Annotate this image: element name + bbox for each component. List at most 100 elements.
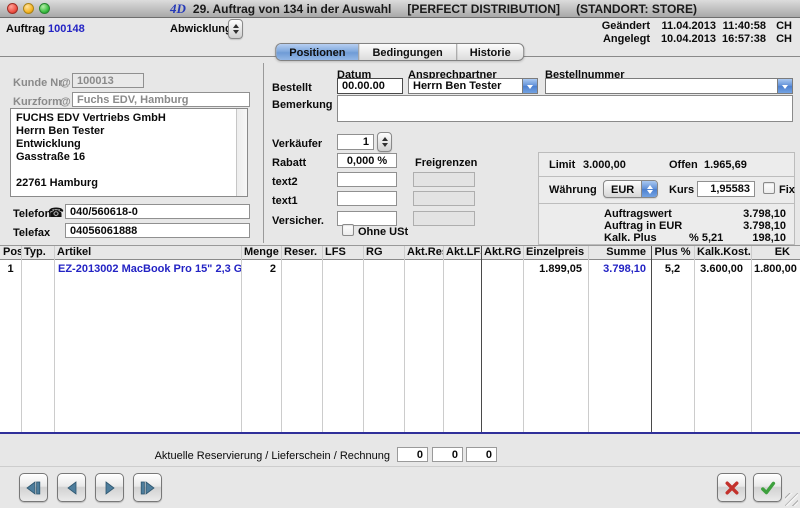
col-akt-res[interactable]: Akt.Res	[404, 246, 443, 259]
versicher-label: Versicher.	[272, 215, 324, 227]
minimize-window-button[interactable]	[23, 3, 34, 14]
freigrenzen-label: Freigrenzen	[415, 157, 477, 169]
verkaeufer-field[interactable]: 1	[337, 134, 374, 150]
geaendert-user: CH	[766, 20, 792, 33]
ansprechpartner-combobox[interactable]: Herrn Ben Tester	[408, 78, 538, 94]
bemerkung-label: Bemerkung	[272, 99, 333, 111]
cell-summe: 3.798,10	[588, 263, 651, 276]
waehrung-popup[interactable]: EUR	[603, 180, 658, 198]
col-reser[interactable]: Reser.	[281, 246, 322, 259]
nav-next-button[interactable]	[95, 473, 124, 502]
nav-first-button[interactable]	[19, 473, 48, 502]
cell-ek: 1.800,00	[751, 263, 800, 276]
angelegt-row: Angelegt 10.04.2013 16:57:38 CH	[592, 33, 792, 46]
nav-previous-button[interactable]	[57, 473, 86, 502]
col-lfs[interactable]: LFS	[322, 246, 363, 259]
tab-historie[interactable]: Historie	[457, 44, 524, 60]
bestellt-datum-field[interactable]: 00.00.00	[337, 78, 403, 94]
close-window-button[interactable]	[7, 3, 18, 14]
limit-label: Limit	[549, 159, 575, 171]
angelegt-time: 16:57:38	[716, 33, 766, 46]
auftrag-label: Auftrag	[6, 23, 45, 35]
table-row[interactable]: 1 EZ-2013002 MacBook Pro 15" 2,3 GHz 2 1…	[0, 263, 800, 276]
kurzform-field[interactable]: Fuchs EDV, Hamburg	[72, 92, 250, 107]
grid-line	[694, 246, 695, 432]
address-textarea[interactable]: FUCHS EDV Vertriebs GmbH Herrn Ben Teste…	[10, 108, 248, 197]
window-resize-grip[interactable]	[785, 493, 798, 506]
col-akt-rg[interactable]: Akt.RG	[481, 246, 523, 259]
grid-line	[21, 246, 22, 432]
col-artikel[interactable]: Artikel	[54, 246, 241, 259]
col-rg[interactable]: RG	[363, 246, 404, 259]
tab-bedingungen[interactable]: Bedingungen	[359, 44, 456, 60]
text2-freigrenze-field	[413, 172, 475, 187]
text1-field[interactable]	[337, 191, 397, 206]
kurs-field[interactable]: 1,95583	[697, 181, 755, 197]
cell-typ	[21, 263, 54, 276]
col-typ[interactable]: Typ.	[21, 246, 54, 259]
col-menge[interactable]: Menge	[241, 246, 281, 259]
positions-table-header: Pos. Typ. Artikel Menge Reser. LFS RG Ak…	[0, 246, 800, 260]
text1-label: text1	[272, 195, 298, 207]
col-kalk-kost[interactable]: Kalk.Kost.	[694, 246, 751, 259]
text2-field[interactable]	[337, 172, 397, 187]
col-summe[interactable]: Summe	[588, 246, 651, 259]
geaendert-date: 11.04.2013	[650, 20, 716, 33]
angelegt-user: CH	[766, 33, 792, 46]
waehrung-label: Währung	[549, 184, 597, 196]
angelegt-label: Angelegt	[592, 33, 650, 46]
ohne-ust-checkbox[interactable]	[342, 224, 354, 236]
grid-line	[523, 246, 524, 432]
col-pos[interactable]: Pos.	[0, 246, 21, 259]
nav-first-icon	[25, 481, 42, 495]
window-title: 4D 29. Auftrag von 134 in der Auswahl [P…	[170, 2, 697, 16]
nav-last-button[interactable]	[133, 473, 162, 502]
kunde-nr-field[interactable]: 100013	[72, 73, 144, 88]
kalk-plus-value: 198,10	[706, 232, 786, 244]
cancel-button[interactable]	[717, 473, 746, 502]
cell-plus: 5,2	[651, 263, 694, 276]
window-title-company: [PERFECT DISTRIBUTION]	[407, 2, 560, 16]
col-plus[interactable]: Plus %	[651, 246, 694, 259]
grid-line	[588, 246, 589, 432]
col-akt-lfs[interactable]: Akt.LFS	[443, 246, 481, 259]
telefax-field[interactable]: 04056061888	[65, 223, 250, 238]
abwicklung-stepper[interactable]	[228, 19, 243, 39]
verkaeufer-stepper[interactable]	[377, 132, 392, 152]
reservierung-field[interactable]: 0	[397, 447, 428, 462]
bemerkung-textarea[interactable]	[337, 95, 793, 122]
stepper-up-icon	[233, 24, 239, 28]
combo-dropdown-icon[interactable]	[522, 79, 537, 93]
combo-dropdown-icon[interactable]	[777, 79, 792, 93]
kunde-nr-label: Kunde Nr.	[13, 77, 65, 89]
telefon-field[interactable]: 040/560618-0	[65, 204, 250, 219]
fix-checkbox[interactable]	[763, 182, 775, 194]
zoom-window-button[interactable]	[39, 3, 50, 14]
col-ek[interactable]: EK	[751, 246, 800, 259]
tab-bar: Positionen Bedingungen Historie	[275, 43, 524, 61]
grid-line	[404, 246, 405, 432]
auftrag-eur-value: 3.798,10	[706, 220, 786, 232]
grid-line	[281, 246, 282, 432]
cell-einzelpreis: 1.899,05	[523, 263, 588, 276]
rabatt-field[interactable]: 0,000 %	[337, 153, 397, 168]
col-einzelpreis[interactable]: Einzelpreis	[523, 246, 588, 259]
bestellnummer-combobox[interactable]	[545, 78, 793, 94]
ansprechpartner-value: Herrn Ben Tester	[409, 79, 522, 93]
confirm-button[interactable]	[753, 473, 782, 502]
rechnung-field[interactable]: 0	[466, 447, 497, 462]
abwicklung-label: Abwicklung	[170, 23, 232, 35]
address-scrollbar[interactable]	[236, 109, 247, 196]
cell-rg	[363, 263, 404, 276]
waehrung-value: EUR	[604, 181, 641, 197]
geaendert-row: Geändert 11.04.2013 11:40:58 CH	[592, 20, 792, 33]
nav-last-icon	[139, 481, 156, 495]
tab-positionen[interactable]: Positionen	[276, 44, 359, 60]
order-window: { "window": { "icon_text": "4D", "title"…	[0, 0, 800, 508]
stepper-up-icon	[382, 137, 388, 141]
telefon-label: Telefon	[13, 208, 51, 220]
ohne-ust-label: Ohne USt	[358, 226, 408, 238]
offen-value: 1.965,69	[704, 159, 747, 171]
lieferschein-field[interactable]: 0	[432, 447, 463, 462]
cell-artikel: EZ-2013002 MacBook Pro 15" 2,3 GHz	[54, 263, 241, 276]
